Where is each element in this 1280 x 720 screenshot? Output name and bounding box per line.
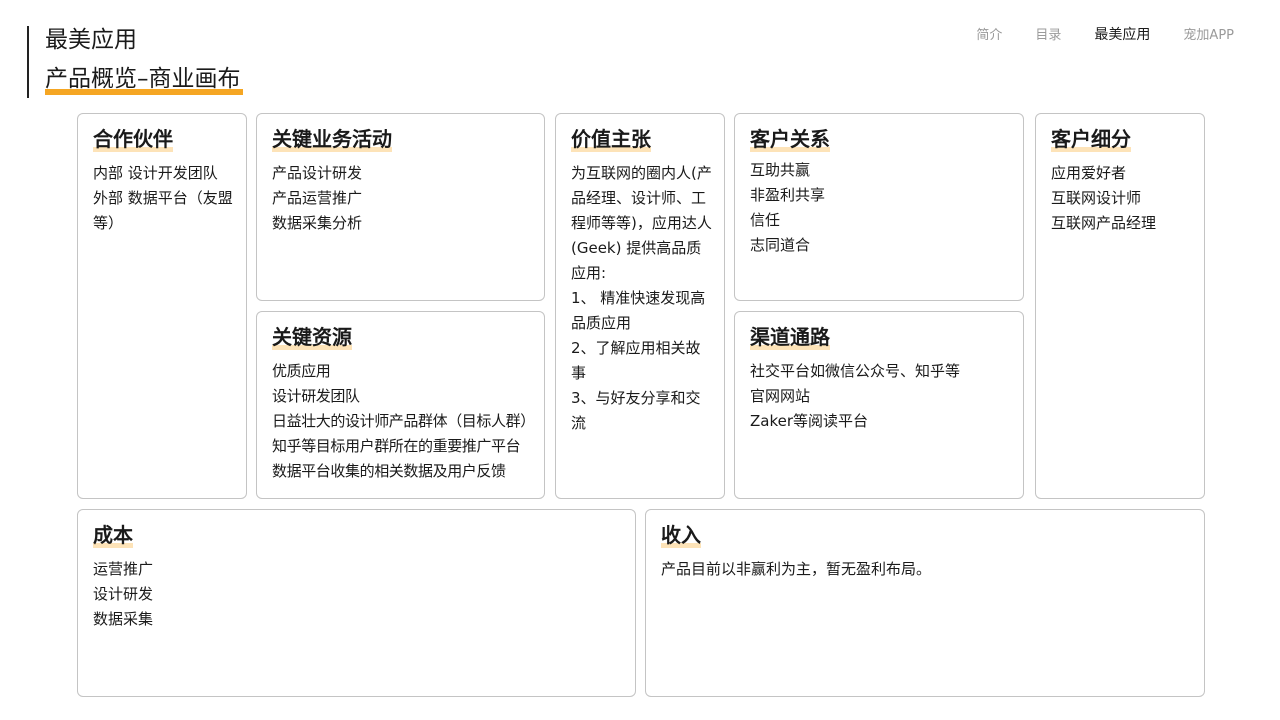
card-line: 1、 精准快速发现高品质应用 <box>571 289 706 332</box>
card-lines: 运营推广设计研发数据采集 <box>93 557 635 632</box>
card-line: 产品设计研发 <box>272 164 363 182</box>
card-value-proposition: 价值主张 为互联网的圈内人(产品经理、设计师、工程师等等)，应用达人 (Geek… <box>555 113 725 499</box>
card-lines: 产品设计研发 产品运营推广 数据采集分析 <box>272 161 544 236</box>
card-line: Zaker等阅读平台 <box>750 412 869 430</box>
nav-item-chongjia[interactable]: 宠加APP <box>1183 24 1234 44</box>
card-lines: 社交平台如微信公众号、知乎等 官网网站 Zaker等阅读平台 <box>750 359 1023 434</box>
card-title: 关键业务活动 <box>272 126 392 152</box>
card-line: 志同道合 <box>750 236 811 254</box>
card-line: 官网网站 <box>750 387 811 405</box>
header-accent-bar <box>27 26 29 98</box>
slide-page: 最美应用 产品概览–商业画布 简介 目录 最美应用 宠加APP 合作伙伴 内部 … <box>0 0 1280 720</box>
card-line: 为互联网的圈内人(产品经理、设计师、工程师等等)，应用达人 (Geek) 提供高… <box>571 164 712 282</box>
nav-item-contents[interactable]: 目录 <box>1035 24 1061 44</box>
card-line: 设计研发团队 <box>272 387 360 405</box>
card-lines: 产品目前以非赢利为主，暂无盈利布局。 <box>661 557 1204 582</box>
card-line: 产品运营推广 <box>272 189 363 207</box>
card-line: 数据平台收集的相关数据及用户反馈 <box>272 462 506 480</box>
card-title: 渠道通路 <box>750 324 830 350</box>
card-lines: 应用爱好者互联网设计师 互联网产品经理 <box>1051 161 1204 236</box>
card-line: 外部 数据平台（友盟等） <box>93 189 233 232</box>
card-line: 数据采集 <box>93 610 154 628</box>
card-title: 合作伙伴 <box>93 126 173 152</box>
card-title: 收入 <box>661 522 701 548</box>
card-line: 信任 <box>750 211 781 229</box>
card-title: 客户细分 <box>1051 126 1131 152</box>
card-lines: 优质应用设计研发团队日益壮大的设计师产品群体（目标人群） 知乎等目标用户群所在的重… <box>272 359 544 484</box>
card-title: 关键资源 <box>272 324 352 350</box>
card-key-activities: 关键业务活动 产品设计研发 产品运营推广 数据采集分析 <box>256 113 545 301</box>
card-line: 内部 设计开发团队 <box>93 164 218 182</box>
app-title: 最美应用 <box>45 27 137 53</box>
card-lines: 内部 设计开发团队外部 数据平台（友盟等） <box>93 161 246 236</box>
card-line: 互联网产品经理 <box>1051 214 1157 232</box>
card-line: 3、与好友分享和交流 <box>571 389 701 432</box>
card-customer-relationships: 客户关系 互助共赢非盈利共享信任志同道合 <box>734 113 1024 301</box>
card-line: 产品目前以非赢利为主，暂无盈利布局。 <box>661 560 932 578</box>
card-lines: 互助共赢非盈利共享信任志同道合 <box>750 158 1023 258</box>
card-line: 运营推广 <box>93 560 154 578</box>
card-title: 成本 <box>93 522 133 548</box>
nav-item-intro[interactable]: 简介 <box>976 24 1002 44</box>
card-line: 应用爱好者 <box>1051 164 1127 182</box>
card-lines: 为互联网的圈内人(产品经理、设计师、工程师等等)，应用达人 (Geek) 提供高… <box>571 161 724 436</box>
card-line: 互联网设计师 <box>1051 189 1142 207</box>
card-key-resources: 关键资源 优质应用设计研发团队日益壮大的设计师产品群体（目标人群） 知乎等目标用户… <box>256 311 545 499</box>
page-title: 产品概览–商业画布 <box>45 63 243 95</box>
card-key-partners: 合作伙伴 内部 设计开发团队外部 数据平台（友盟等） <box>77 113 247 499</box>
card-line: 日益壮大的设计师产品群体（目标人群） <box>272 412 535 430</box>
card-line: 社交平台如微信公众号、知乎等 <box>750 362 961 380</box>
nav-item-zuimei[interactable]: 最美应用 <box>1094 24 1150 44</box>
top-nav: 简介 目录 最美应用 宠加APP <box>943 24 1234 44</box>
card-cost-structure: 成本 运营推广设计研发数据采集 <box>77 509 636 697</box>
card-line: 设计研发 <box>93 585 154 603</box>
card-line: 非盈利共享 <box>750 186 826 204</box>
card-line: 2、了解应用相关故事 <box>571 339 701 382</box>
card-revenue-streams: 收入 产品目前以非赢利为主，暂无盈利布局。 <box>645 509 1205 697</box>
card-title: 客户关系 <box>750 126 830 152</box>
card-customer-segments: 客户细分 应用爱好者互联网设计师 互联网产品经理 <box>1035 113 1205 499</box>
card-line: 优质应用 <box>272 362 331 380</box>
card-line: 知乎等目标用户群所在的重要推广平台 <box>272 437 521 455</box>
card-title: 价值主张 <box>571 126 651 152</box>
card-line: 互助共赢 <box>750 161 811 179</box>
card-channels: 渠道通路 社交平台如微信公众号、知乎等 官网网站 Zaker等阅读平台 <box>734 311 1024 499</box>
card-line: 数据采集分析 <box>272 214 363 232</box>
